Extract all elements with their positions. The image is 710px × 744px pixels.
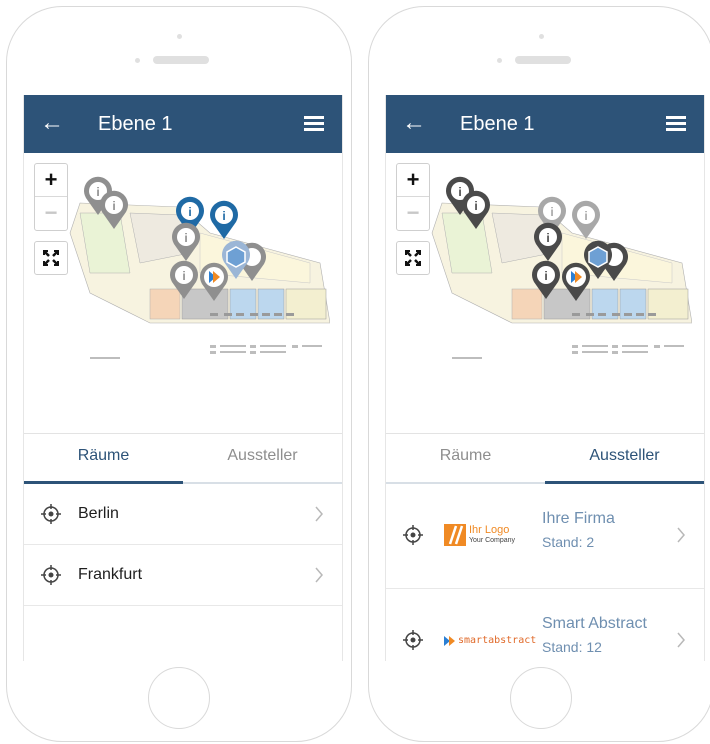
- logo-title: Ihr Logo: [469, 524, 510, 536]
- list-item[interactable]: Frankfurt: [24, 545, 342, 606]
- locate-target-icon[interactable]: [40, 503, 62, 525]
- tab-rooms[interactable]: Räume: [386, 434, 545, 482]
- svg-text:i: i: [96, 185, 99, 199]
- map-pins: i i i i i i: [446, 176, 628, 301]
- svg-text:i: i: [584, 209, 587, 223]
- hamburger-menu-icon[interactable]: [666, 116, 686, 132]
- app-header: ← Ebene 1: [386, 95, 704, 153]
- tab-exhibitors[interactable]: Aussteller: [545, 434, 704, 484]
- list-item[interactable]: Ihr Logo Your Company Ihre Firma Stand: …: [386, 484, 704, 589]
- logo-subtitle: Your Company: [469, 537, 516, 544]
- chevron-right-icon: [315, 506, 323, 522]
- earpiece-speaker: [153, 56, 209, 64]
- page-title: Ebene 1: [460, 113, 535, 135]
- exhibitor-pin-logo[interactable]: [562, 262, 590, 301]
- chevron-right-icon: [677, 527, 685, 543]
- exhibitor-stand: Stand: 2: [542, 534, 595, 550]
- list-item[interactable]: Berlin: [24, 484, 342, 545]
- locate-target-icon[interactable]: [402, 524, 424, 546]
- floor-map[interactable]: + − i i i i i i: [386, 153, 704, 434]
- front-camera: [177, 34, 182, 39]
- phone-frame-left: ← Ebene 1 + − i i i i i i Räume Ausstell…: [6, 6, 352, 742]
- page-title: Ebene 1: [98, 113, 173, 135]
- home-button[interactable]: [148, 667, 210, 729]
- info-pin-blue[interactable]: i: [210, 200, 239, 239]
- app-screen-exhibitors: ← Ebene 1 + − i i i i i i Räume Ausstell…: [385, 95, 705, 661]
- info-pin-gray[interactable]: i: [572, 200, 600, 239]
- tab-bar: Räume Aussteller: [386, 434, 704, 484]
- tab-exhibitors[interactable]: Aussteller: [183, 434, 342, 482]
- earpiece-speaker: [515, 56, 571, 64]
- room-list: Berlin Frankfurt: [24, 484, 342, 606]
- svg-text:i: i: [112, 199, 115, 213]
- svg-text:i: i: [184, 231, 187, 245]
- info-pin-gray[interactable]: i: [169, 260, 199, 299]
- home-button[interactable]: [510, 667, 572, 729]
- back-arrow-icon[interactable]: ←: [402, 111, 426, 135]
- svg-text:i: i: [458, 185, 461, 199]
- locate-target-icon[interactable]: [40, 564, 62, 586]
- phone-frame-right: ← Ebene 1 + − i i i i i i Räume Ausstell…: [368, 6, 710, 742]
- locate-target-icon[interactable]: [402, 629, 424, 651]
- room-name: Frankfurt: [78, 566, 143, 583]
- info-pin-gray[interactable]: i: [171, 222, 200, 261]
- back-arrow-icon[interactable]: ←: [40, 111, 64, 135]
- company-logo: Ihr Logo Your Company: [444, 520, 524, 550]
- tab-rooms[interactable]: Räume: [24, 434, 183, 484]
- exhibitor-name: Smart Abstract: [542, 615, 647, 632]
- hamburger-menu-icon[interactable]: [304, 116, 324, 132]
- info-pin-dark[interactable]: i: [462, 190, 490, 229]
- chevron-right-icon: [315, 567, 323, 583]
- list-item[interactable]: smartabstract Smart Abstract Stand: 12: [386, 589, 704, 661]
- company-logo: smartabstract: [444, 625, 536, 655]
- floor-map[interactable]: + − i i i i i i: [24, 153, 342, 434]
- map-pins: i i i i i i: [84, 176, 266, 301]
- logo-title: smartabstract: [458, 635, 537, 646]
- sensor-dot: [497, 58, 502, 63]
- svg-text:i: i: [182, 269, 185, 283]
- svg-text:i: i: [544, 269, 547, 283]
- svg-text:i: i: [546, 231, 549, 245]
- svg-text:i: i: [222, 209, 225, 223]
- info-pin-dark[interactable]: i: [534, 222, 562, 261]
- app-screen-rooms: ← Ebene 1 + − i i i i i i Räume Ausstell…: [23, 95, 343, 661]
- sensor-dot: [135, 58, 140, 63]
- front-camera: [539, 34, 544, 39]
- info-pin-dark[interactable]: i: [532, 260, 560, 299]
- room-name: Berlin: [78, 505, 119, 522]
- exhibitor-name: Ihre Firma: [542, 510, 615, 527]
- exhibitor-stand: Stand: 12: [542, 639, 602, 655]
- svg-text:i: i: [188, 205, 191, 219]
- exhibitor-list: Ihr Logo Your Company Ihre Firma Stand: …: [386, 484, 704, 661]
- tab-bar: Räume Aussteller: [24, 434, 342, 484]
- info-pin-gray[interactable]: i: [100, 190, 128, 229]
- exhibitor-pin-logo[interactable]: [200, 262, 228, 301]
- svg-text:i: i: [550, 205, 553, 219]
- svg-text:i: i: [474, 199, 477, 213]
- chevron-right-icon: [677, 632, 685, 648]
- app-header: ← Ebene 1: [24, 95, 342, 153]
